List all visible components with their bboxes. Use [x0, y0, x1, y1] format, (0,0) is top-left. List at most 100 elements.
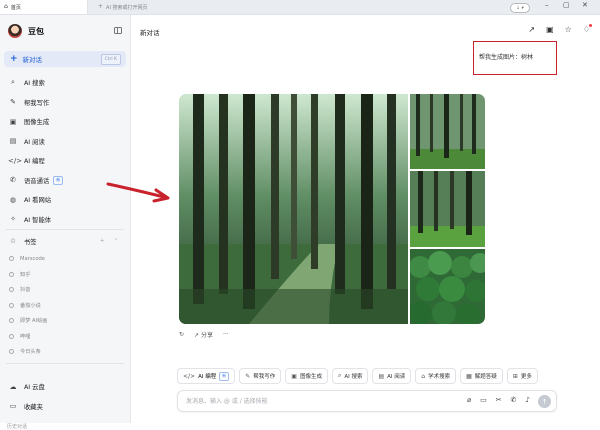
- sidebar-item-cloud[interactable]: ☁ AI 云盘: [0, 377, 130, 397]
- download-icon: ↓ ▾: [516, 5, 524, 11]
- microphone-icon[interactable]: ♪: [526, 396, 530, 404]
- attachment-icon[interactable]: ⌀: [467, 396, 471, 404]
- bookmark-item[interactable]: 即梦 AI绘画: [0, 313, 130, 329]
- brand[interactable]: 豆包: [8, 24, 44, 38]
- annotation-arrow: [106, 182, 170, 203]
- bell-icon[interactable]: ♢: [583, 24, 592, 34]
- close-icon[interactable]: ✕: [582, 1, 588, 9]
- folder-icon[interactable]: ▭: [480, 396, 487, 404]
- search-icon: ⌕: [11, 78, 15, 87]
- sidebar-item-favorites[interactable]: ▭ 收藏夹: [0, 397, 130, 417]
- chip-label: AI 搜索: [344, 374, 363, 380]
- divider: [6, 229, 124, 230]
- share-button[interactable]: ↗ 分享: [194, 330, 213, 339]
- sidebar-item-label: AI 编程: [24, 158, 45, 166]
- cloud-icon: ☁: [9, 382, 17, 391]
- calculator-icon: ▦: [466, 372, 472, 380]
- new-chat-label: 新对话: [22, 56, 43, 64]
- quick-ai-search[interactable]: ⌕ AI 搜索: [331, 368, 369, 384]
- bookmark-list: Marscode 知乎 抖音 番茄小说 即梦 AI绘画 哔哩 今日头条: [0, 251, 130, 360]
- bookmark-label: 哔哩: [20, 333, 31, 340]
- quick-ai-reading[interactable]: ▤ AI 阅读: [372, 368, 412, 384]
- generated-image-forest-1[interactable]: [179, 94, 408, 324]
- maximize-icon[interactable]: ▢: [563, 1, 570, 9]
- tab-new-label: AI 搜索或打开网页: [106, 4, 148, 11]
- sidebar: 豆包 + 新对话 Ctrl K ⌕ AI 搜索 ✎ 帮我写作 ▣ 图像生成 ▤ …: [0, 15, 131, 430]
- message-actions: ↻ ↗ 分享 ···: [179, 330, 229, 339]
- scissors-icon[interactable]: ✂: [496, 396, 502, 404]
- shortcut-badge: Ctrl K: [100, 54, 121, 65]
- sidebar-item-label: AI 阅读: [24, 138, 45, 146]
- bookmark-item[interactable]: 知乎: [0, 267, 130, 283]
- globe-icon: [9, 302, 14, 308]
- sidebar-item-ai-search[interactable]: ⌕ AI 搜索: [0, 73, 130, 93]
- history-link[interactable]: 历史对话: [7, 423, 27, 430]
- phone-icon[interactable]: ✆: [511, 396, 517, 404]
- regenerate-icon[interactable]: ↻: [179, 331, 184, 338]
- quick-image-gen[interactable]: ▣ 图像生成: [285, 368, 328, 384]
- quick-writing[interactable]: ✎ 帮我写作: [239, 368, 282, 384]
- sidebar-item-image-gen[interactable]: ▣ 图像生成: [0, 112, 130, 132]
- bookmark-item[interactable]: 哔哩: [0, 329, 130, 345]
- globe-icon: [9, 271, 14, 277]
- brand-name: 豆包: [28, 26, 44, 36]
- new-badge: 新: [53, 175, 64, 185]
- bookmark-item[interactable]: 番茄小说: [0, 298, 130, 314]
- share-icon[interactable]: ↗: [528, 25, 535, 34]
- quick-more[interactable]: ⊞ 更多: [506, 368, 538, 384]
- graduation-icon: ⌂: [421, 372, 426, 380]
- grid-icon: ⊞: [512, 372, 518, 380]
- share-label: 分享: [200, 332, 213, 339]
- book-icon: ▤: [9, 137, 17, 146]
- user-message-highlight: 帮我生成图片：树林: [473, 41, 557, 75]
- sidebar-collapse-icon[interactable]: [114, 27, 122, 34]
- send-arrow-icon: ↑: [541, 397, 548, 406]
- folder-icon: ▭: [9, 402, 17, 411]
- tab-home[interactable]: ⌂ 首页: [0, 0, 88, 14]
- divider: [6, 363, 124, 364]
- quick-problem-solving[interactable]: ▦ 解题答疑: [460, 368, 503, 384]
- chip-label: 学术搜索: [428, 374, 451, 380]
- send-button[interactable]: ↑: [538, 395, 551, 408]
- new-badge: 新: [219, 371, 230, 381]
- download-button[interactable]: ↓ ▾: [510, 3, 530, 13]
- bookmark-item[interactable]: 抖音: [0, 282, 130, 298]
- home-icon: ⌂: [4, 3, 8, 10]
- generated-image-forest-4[interactable]: [410, 249, 485, 324]
- new-chat-button[interactable]: + 新对话 Ctrl K: [4, 51, 126, 67]
- collapse-chevron-icon[interactable]: + ⌃: [100, 238, 122, 244]
- tab-home-label: 首页: [10, 4, 21, 11]
- image-icon: ▣: [9, 117, 17, 126]
- image-icon: ▣: [291, 372, 297, 380]
- quick-ai-coding[interactable]: </> AI 编程 新: [177, 368, 236, 384]
- bookmark-label: 今日头条: [20, 349, 41, 356]
- search-icon: ⌕: [337, 372, 342, 379]
- quick-academic-search[interactable]: ⌂ 学术搜索: [415, 368, 457, 384]
- bookmark-label: 即梦 AI绘画: [20, 318, 48, 325]
- bookmarks-header[interactable]: ☆ 书签 + ⌃: [0, 233, 130, 249]
- bookmark-item[interactable]: 今日头条: [0, 344, 130, 360]
- chip-label: 图像生成: [299, 374, 322, 380]
- sidebar-item-ai-coding[interactable]: </> AI 编程: [0, 151, 130, 171]
- generated-image-forest-2[interactable]: [410, 94, 485, 169]
- sidebar-item-ai-reading[interactable]: ▤ AI 阅读: [0, 132, 130, 152]
- sidebar-bottom-menu: ☁ AI 云盘 ▭ 收藏夹: [0, 377, 130, 416]
- star-icon[interactable]: ☆: [565, 25, 572, 34]
- quick-actions: </> AI 编程 新 ✎ 帮我写作 ▣ 图像生成 ⌕ AI 搜索 ▤ AI 阅…: [177, 368, 538, 384]
- minimize-icon[interactable]: –: [545, 1, 549, 9]
- code-icon: </>: [183, 372, 196, 380]
- chip-label: 解题答疑: [474, 374, 497, 380]
- sidebar-item-writing[interactable]: ✎ 帮我写作: [0, 93, 130, 113]
- chat-main: 新对话 ↗ ▣ ☆ ♢ 帮我生成图片：树林 天极下载站 mydown.yesky…: [131, 15, 600, 423]
- tab-new[interactable]: + AI 搜索或打开网页: [98, 0, 148, 14]
- sidebar-item-ai-agent[interactable]: ✧ AI 智能体: [0, 210, 130, 230]
- message-input[interactable]: [186, 395, 436, 407]
- generated-image-forest-3[interactable]: [410, 171, 485, 247]
- globe-icon: [9, 287, 14, 293]
- more-icon[interactable]: ···: [223, 331, 229, 338]
- globe-icon: [9, 318, 14, 324]
- note-icon[interactable]: ▣: [546, 25, 554, 34]
- globe-icon: [9, 256, 14, 262]
- pen-icon: ✎: [245, 372, 251, 380]
- bookmark-item[interactable]: Marscode: [0, 251, 130, 267]
